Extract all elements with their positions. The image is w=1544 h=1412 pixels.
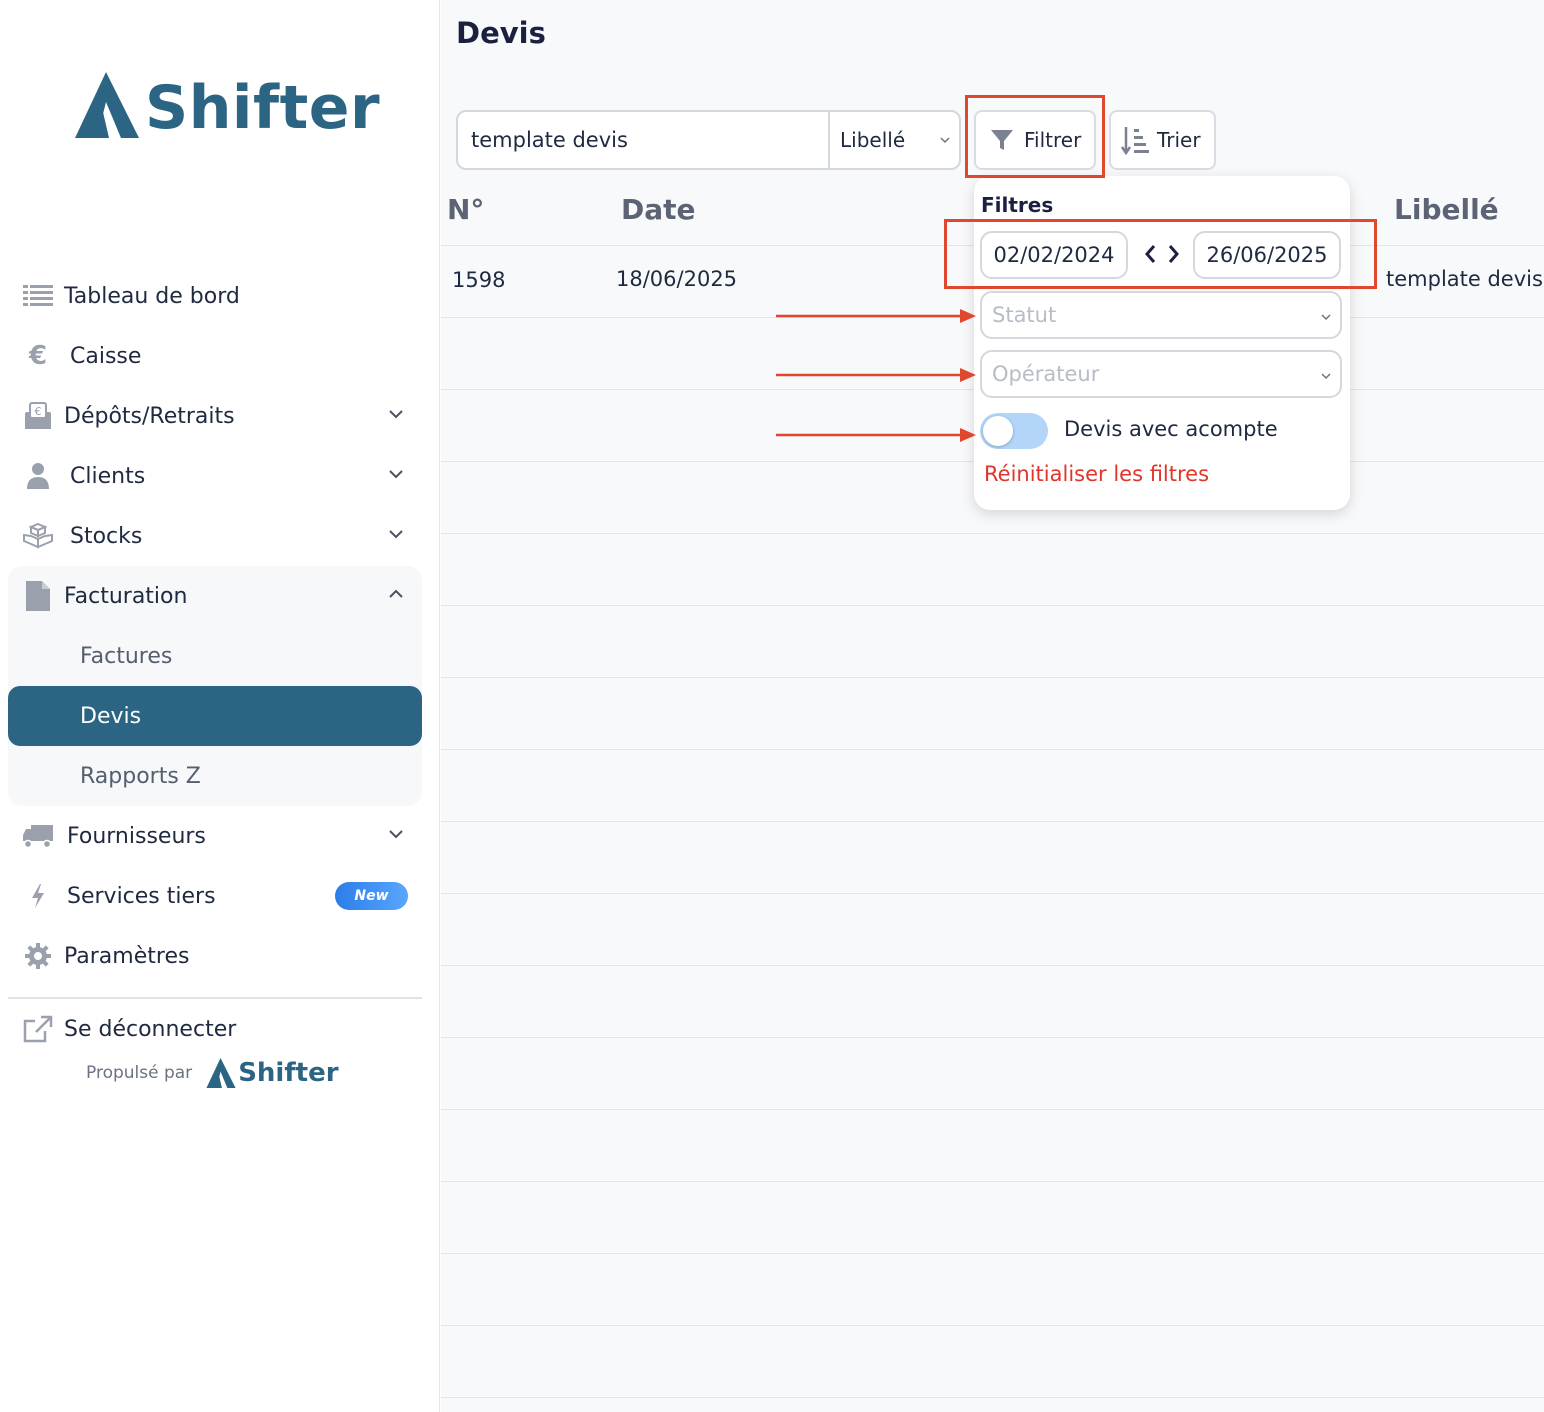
nav-label: Stocks	[70, 523, 143, 549]
powered-by-text: Propulsé par	[86, 1063, 193, 1083]
nav-label: Se déconnecter	[64, 1016, 237, 1042]
cell-number: 1598	[452, 268, 506, 292]
table-divider	[441, 1325, 1544, 1326]
bolt-icon	[18, 879, 58, 913]
logout-button[interactable]: Se déconnecter	[8, 999, 422, 1059]
nav-label: Caisse	[70, 343, 142, 369]
new-badge: New	[335, 882, 408, 910]
nav-item-services-tiers[interactable]: Services tiers New	[8, 866, 422, 926]
euro-icon: €	[28, 341, 48, 371]
chevron-down-icon	[1321, 373, 1331, 380]
document-icon	[18, 579, 58, 613]
svg-text:€: €	[35, 405, 42, 418]
table-divider	[441, 605, 1544, 606]
chevron-up-icon	[389, 589, 403, 598]
main-content: Devis Libellé Filtrer Trier N° Date Libe…	[441, 0, 1544, 1412]
nav-item-fournisseurs[interactable]: Fournisseurs	[8, 806, 422, 866]
column-header-number[interactable]: N°	[447, 193, 484, 226]
search-input[interactable]	[458, 112, 830, 168]
status-placeholder: Statut	[992, 303, 1057, 327]
table-divider	[441, 749, 1544, 750]
cell-label: template devis	[1386, 267, 1543, 291]
table-divider	[441, 1109, 1544, 1110]
reset-filters-link[interactable]: Réinitialiser les filtres	[984, 462, 1209, 486]
nav-label: Facturation	[64, 583, 188, 609]
sort-button-label: Trier	[1157, 128, 1201, 152]
sub-item-rapports-z[interactable]: Rapports Z	[8, 746, 422, 806]
sort-icon	[1121, 126, 1149, 155]
external-link-icon	[18, 1012, 58, 1046]
table-divider	[441, 1397, 1544, 1398]
powered-brand: Shifter	[238, 1058, 339, 1088]
gear-icon	[18, 939, 58, 973]
chevron-down-icon	[940, 137, 950, 144]
status-select[interactable]: Statut	[980, 291, 1342, 339]
list-icon	[18, 279, 58, 313]
filters-title: Filtres	[981, 193, 1054, 217]
truck-icon	[18, 819, 58, 853]
nav-label: Clients	[70, 463, 146, 489]
nav-item-clients[interactable]: Clients	[8, 446, 422, 506]
table-divider	[441, 677, 1544, 678]
envelope-euro-icon: €	[18, 399, 58, 433]
nav-label: Tableau de bord	[64, 283, 240, 309]
cell-date: 18/06/2025	[616, 267, 738, 291]
column-header-label[interactable]: Libellé	[1394, 193, 1499, 226]
column-header-date[interactable]: Date	[621, 193, 696, 226]
shifter-logo[interactable]: Shifter	[75, 72, 380, 138]
operator-placeholder: Opérateur	[992, 362, 1100, 386]
search-field-value: Libellé	[840, 128, 906, 152]
nav-label: Dépôts/Retraits	[64, 403, 235, 429]
user-icon	[18, 459, 58, 493]
table-divider	[441, 1181, 1544, 1182]
operator-select[interactable]: Opérateur	[980, 350, 1342, 398]
chevron-down-icon	[389, 410, 403, 419]
table-divider	[441, 893, 1544, 894]
table-divider	[441, 1037, 1544, 1038]
nav-item-dashboard[interactable]: Tableau de bord	[8, 266, 422, 326]
nav-item-facturation[interactable]: Facturation	[8, 566, 422, 626]
nav-label: Fournisseurs	[67, 823, 206, 849]
shifter-mark-icon	[75, 72, 139, 138]
powered-by: Propulsé par Shifter	[86, 1058, 339, 1088]
sort-button[interactable]: Trier	[1109, 110, 1216, 170]
chevron-down-icon	[389, 530, 403, 539]
deposit-toggle-label: Devis avec acompte	[1064, 417, 1278, 441]
sub-item-factures[interactable]: Factures	[8, 626, 422, 686]
nav-label: Paramètres	[64, 943, 190, 969]
nav-item-parametres[interactable]: Paramètres	[8, 926, 422, 986]
page-title: Devis	[456, 16, 546, 50]
table-divider	[441, 821, 1544, 822]
table-divider	[441, 1253, 1544, 1254]
toggle-knob	[983, 416, 1013, 446]
nav-item-stocks[interactable]: Stocks	[8, 506, 422, 566]
search-field-select[interactable]: Libellé	[830, 112, 959, 168]
annotation-box-dates	[944, 219, 1377, 289]
table-divider	[441, 533, 1544, 534]
table-divider	[441, 965, 1544, 966]
annotation-box-filter	[965, 95, 1105, 178]
chevron-down-icon	[1321, 314, 1331, 321]
nav-label: Services tiers	[67, 883, 216, 909]
boxes-icon	[18, 519, 58, 553]
nav-item-caisse[interactable]: € Caisse	[8, 326, 422, 386]
chevron-down-icon	[389, 830, 403, 839]
shifter-mark-icon	[206, 1058, 236, 1088]
nav-item-depots-retraits[interactable]: € Dépôts/Retraits	[8, 386, 422, 446]
chevron-down-icon	[389, 470, 403, 479]
deposit-toggle[interactable]	[980, 413, 1048, 449]
brand-name: Shifter	[145, 73, 381, 143]
sub-item-devis[interactable]: Devis	[8, 686, 422, 746]
search-box: Libellé	[456, 110, 961, 170]
sidebar: Shifter Tableau de bord € Caisse € Dépôt…	[0, 0, 440, 1412]
